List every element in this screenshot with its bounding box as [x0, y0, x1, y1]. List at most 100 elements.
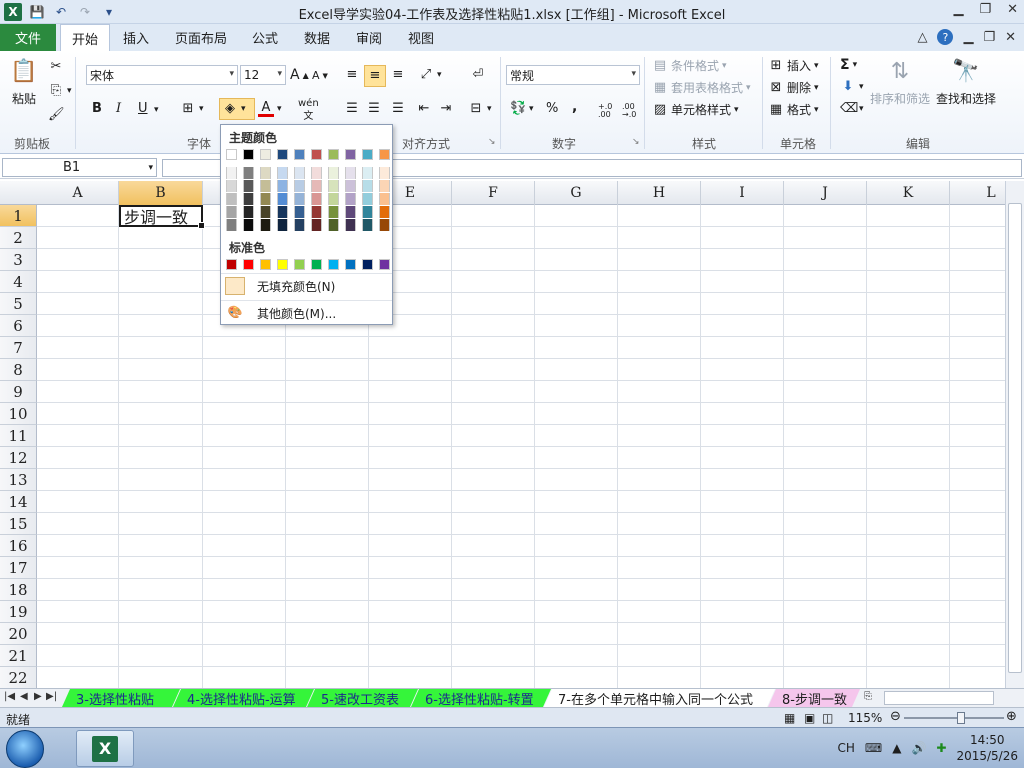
alignment-launcher-icon[interactable]: ↘ [488, 137, 496, 147]
borders-button[interactable]: ⊞ ▾ [180, 101, 204, 117]
underline-button[interactable]: U [138, 101, 148, 116]
theme-color-swatch[interactable] [277, 149, 288, 160]
comma-button[interactable]: , [572, 99, 577, 115]
theme-color-swatch[interactable] [260, 149, 271, 160]
row-header[interactable]: 14 [0, 491, 37, 513]
theme-shade-swatch[interactable] [328, 206, 339, 218]
row-header[interactable]: 17 [0, 557, 37, 579]
column-header[interactable]: B [119, 181, 203, 205]
row-header[interactable]: 19 [0, 601, 37, 623]
row-header[interactable]: 16 [0, 535, 37, 557]
fill-color-button[interactable]: ◈ ▾ [219, 98, 255, 120]
theme-shade-swatch[interactable] [311, 180, 322, 192]
font-size-combo[interactable]: 12 ▾ [240, 65, 286, 85]
theme-shade-swatch[interactable] [362, 219, 373, 231]
column-header[interactable]: L [950, 181, 1005, 205]
theme-shade-swatch[interactable] [362, 180, 373, 192]
tab-home[interactable]: 开始 [60, 24, 110, 51]
restore-icon[interactable]: ❐ [979, 2, 991, 17]
column-header[interactable]: H [618, 181, 701, 205]
last-sheet-icon[interactable]: ▶| [46, 691, 57, 702]
theme-shade-swatch[interactable] [243, 193, 254, 205]
row-header[interactable]: 21 [0, 645, 37, 667]
page-break-view-icon[interactable]: ◫ [822, 711, 833, 725]
theme-shade-swatch[interactable] [379, 167, 390, 179]
theme-shade-swatch[interactable] [362, 206, 373, 218]
theme-shade-swatch[interactable] [277, 206, 288, 218]
conditional-format-button[interactable]: ▤ 条件格式 ▾ [652, 57, 727, 74]
horizontal-scrollbar[interactable] [884, 691, 994, 705]
theme-shade-swatch[interactable] [226, 167, 237, 179]
theme-shade-swatch[interactable] [294, 180, 305, 192]
theme-shade-swatch[interactable] [260, 219, 271, 231]
theme-shade-swatch[interactable] [243, 167, 254, 179]
column-header[interactable]: F [452, 181, 535, 205]
row-header[interactable]: 10 [0, 403, 37, 425]
theme-shade-swatch[interactable] [345, 167, 356, 179]
language-indicator[interactable]: CH [837, 741, 854, 755]
theme-shade-swatch[interactable] [379, 206, 390, 218]
column-header[interactable]: I [701, 181, 784, 205]
theme-shade-swatch[interactable] [345, 180, 356, 192]
column-header[interactable]: G [535, 181, 618, 205]
row-header[interactable]: 11 [0, 425, 37, 447]
doc-restore-icon[interactable]: ❐ [983, 30, 995, 45]
row-header[interactable]: 20 [0, 623, 37, 645]
theme-shade-swatch[interactable] [362, 193, 373, 205]
phonetic-button[interactable]: wén 文 [298, 99, 319, 122]
theme-shade-swatch[interactable] [260, 206, 271, 218]
zoom-in-icon[interactable]: ⊕ [1006, 709, 1017, 724]
tab-view[interactable]: 视图 [400, 24, 442, 51]
theme-shade-swatch[interactable] [362, 167, 373, 179]
theme-shade-swatch[interactable] [328, 167, 339, 179]
bold-button[interactable]: B [92, 101, 102, 116]
accounting-format-button[interactable]: 💱 ▾ [510, 101, 534, 117]
copy-button[interactable]: ⎘ ▾ [48, 83, 72, 99]
increase-decimal-button[interactable]: +.0 .00 [598, 103, 618, 119]
tab-data[interactable]: 数据 [296, 24, 338, 51]
theme-shade-swatch[interactable] [277, 167, 288, 179]
insert-cells-button[interactable]: ⊞ 插入 ▾ [768, 57, 819, 74]
row-header[interactable]: 1 [0, 205, 37, 227]
theme-shade-swatch[interactable] [328, 193, 339, 205]
keyboard-icon[interactable]: ⌨ [865, 741, 882, 755]
row-header[interactable]: 9 [0, 381, 37, 403]
sheet-tab[interactable]: 7-在多个单元格中输入同一个公式 [544, 689, 775, 707]
percent-button[interactable]: % [546, 101, 558, 116]
prev-sheet-icon[interactable]: ◀ [20, 691, 28, 702]
standard-color-swatch[interactable] [260, 259, 271, 270]
standard-color-swatch[interactable] [277, 259, 288, 270]
align-right-button[interactable]: ☰ [390, 101, 406, 117]
theme-shade-swatch[interactable] [260, 193, 271, 205]
align-bottom-button[interactable]: ≡ [390, 67, 406, 83]
number-launcher-icon[interactable]: ↘ [632, 137, 640, 147]
sort-filter-button[interactable]: ⇅ 排序和筛选 [868, 55, 932, 107]
row-header[interactable]: 5 [0, 293, 37, 315]
minimize-icon[interactable]: ▁ [953, 2, 963, 17]
theme-shade-swatch[interactable] [226, 206, 237, 218]
increase-indent-button[interactable]: ⇥ [438, 101, 454, 117]
standard-color-swatch[interactable] [328, 259, 339, 270]
standard-color-swatch[interactable] [362, 259, 373, 270]
sheet-tab[interactable]: 3-选择性粘贴 [62, 689, 180, 707]
tab-page-layout[interactable]: 页面布局 [168, 24, 234, 51]
row-header[interactable]: 7 [0, 337, 37, 359]
row-header[interactable]: 13 [0, 469, 37, 491]
taskbar-excel-button[interactable]: X [76, 730, 134, 767]
format-cells-button[interactable]: ▦ 格式 ▾ [768, 101, 819, 118]
theme-shade-swatch[interactable] [379, 180, 390, 192]
theme-shade-swatch[interactable] [328, 219, 339, 231]
theme-shade-swatch[interactable] [260, 180, 271, 192]
find-select-button[interactable]: 🔭 查找和选择 [934, 55, 998, 107]
theme-shade-swatch[interactable] [226, 219, 237, 231]
theme-shade-swatch[interactable] [226, 193, 237, 205]
theme-color-swatch[interactable] [243, 149, 254, 160]
delete-cells-button[interactable]: ⊠ 删除 ▾ [768, 79, 819, 96]
row-header[interactable]: 12 [0, 447, 37, 469]
row-header[interactable]: 22 [0, 667, 37, 688]
tray-expand-icon[interactable]: ▲ [892, 741, 901, 755]
italic-button[interactable]: I [116, 101, 121, 116]
standard-color-swatch[interactable] [294, 259, 305, 270]
theme-shade-swatch[interactable] [243, 206, 254, 218]
shrink-font-button[interactable]: A ▼ [312, 69, 328, 82]
